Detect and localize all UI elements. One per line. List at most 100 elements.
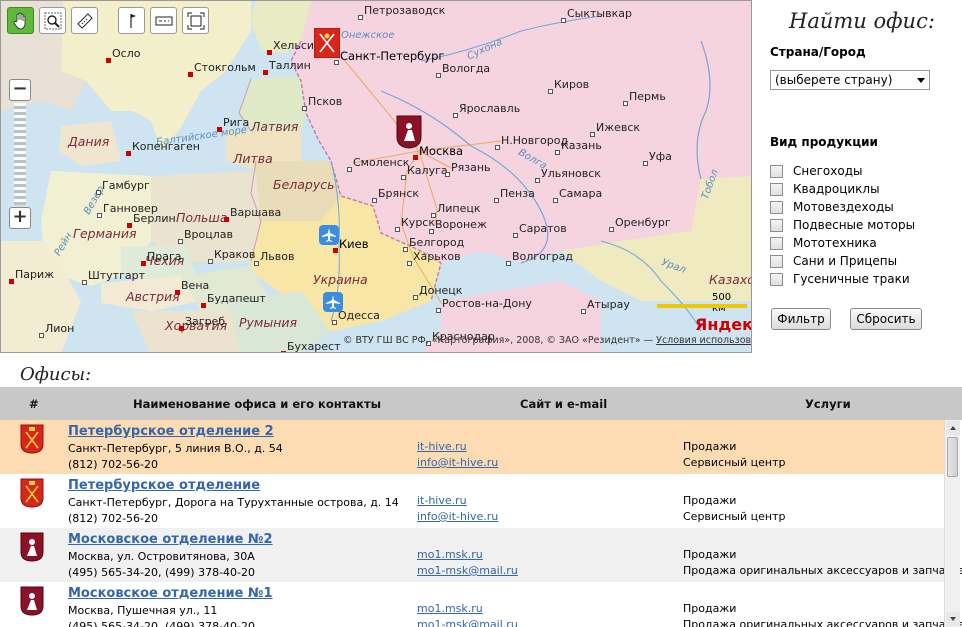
office-service: Продажа оригинальных аксессуаров и запча…	[683, 618, 962, 627]
office-name-link[interactable]: Московское отделение №1	[68, 586, 273, 601]
table-row[interactable]: Московское отделение №2 Москва, ул. Остро…	[0, 528, 962, 582]
scroll-up-button[interactable]	[946, 421, 960, 435]
checkbox[interactable]	[770, 272, 783, 286]
product-option[interactable]: Квадроциклы	[770, 180, 880, 198]
product-option[interactable]: Гусеничные траки	[770, 270, 910, 288]
city-dot	[39, 333, 44, 338]
product-label: Сани и Прицепы	[793, 254, 898, 268]
checkbox[interactable]	[770, 236, 783, 250]
office-site-link[interactable]: it-hive.ru	[417, 440, 467, 453]
find-office-title: Найти офис:	[789, 9, 935, 33]
water-label: Онежское	[341, 30, 395, 41]
airplane-icon	[323, 292, 343, 312]
product-label: Квадроциклы	[793, 182, 880, 196]
checkbox[interactable]	[770, 164, 783, 178]
country-select[interactable]: (выберете страну)	[770, 70, 930, 90]
table-scrollbar[interactable]	[944, 420, 960, 627]
checkbox[interactable]	[770, 254, 783, 268]
kyiv-airport-marker[interactable]	[319, 225, 339, 248]
offices-table-header: # Наименование офиса и его контакты Сайт…	[0, 387, 962, 420]
zoom-out-button[interactable]: −	[9, 79, 31, 101]
city-label-kirov: Киров	[554, 78, 590, 91]
product-option[interactable]: Сани и Прицепы	[770, 252, 897, 270]
spb-emblem-icon	[20, 424, 44, 457]
city-label-atyrau: Атырау	[587, 298, 630, 311]
checkbox[interactable]	[770, 200, 783, 214]
offices-table-body[interactable]: Петербурское отделение 2 Санкт-Петербург,…	[0, 420, 962, 627]
country-label: Румыния	[239, 315, 298, 330]
city-label-smolensk: Смоленск	[353, 156, 410, 169]
product-option[interactable]: Мототехника	[770, 234, 877, 252]
zoom-tool-button[interactable]	[39, 7, 66, 34]
spb-emblem-icon	[20, 478, 44, 511]
office-email-link[interactable]: info@it-hive.ru	[417, 456, 498, 469]
office-phone: (812) 702-56-20	[68, 458, 159, 471]
scroll-down-button[interactable]	[946, 612, 960, 626]
office-name-link[interactable]: Петербурское отделение	[68, 478, 260, 493]
terms-link[interactable]: Условия использования	[656, 335, 751, 346]
product-option[interactable]: Подвесные моторы	[770, 216, 915, 234]
office-email-link[interactable]: mo1-msk@mail.ru	[417, 618, 518, 627]
city-dot	[553, 198, 558, 203]
column-header-name: Наименование офиса и его контакты	[133, 397, 382, 411]
table-row[interactable]: Петербурское отделение 2 Санкт-Петербург,…	[0, 420, 944, 474]
office-site-link[interactable]: mo1.msk.ru	[417, 602, 483, 615]
office-email-link[interactable]: info@it-hive.ru	[417, 510, 498, 523]
product-option[interactable]: Мотовездеходы	[770, 198, 894, 216]
city-label-wroclaw: Вроцлав	[184, 228, 234, 241]
office-service: Продажи	[683, 548, 737, 561]
city-label-stockholm: Стокгольм	[194, 61, 256, 74]
reset-button[interactable]: Сбросить	[850, 308, 922, 330]
city-dot	[201, 303, 206, 308]
zoom-control[interactable]: − +	[9, 79, 31, 231]
city-label-izhevsk: Ижевск	[596, 121, 641, 134]
layers-tool-button[interactable]	[150, 7, 177, 34]
table-row[interactable]: Московское отделение №1 Москва, Пушечная …	[0, 582, 962, 627]
office-site-link[interactable]: mo1.msk.ru	[417, 548, 483, 561]
city-dot	[178, 239, 183, 244]
city-dot	[623, 101, 628, 106]
odessa-airport-marker[interactable]	[323, 292, 343, 315]
office-phone: (495) 565-34-20, (499) 378-40-20	[68, 620, 255, 627]
filter-button[interactable]: Фильтр	[771, 308, 831, 330]
office-service: Сервисный центр	[683, 456, 786, 469]
spb-office-marker[interactable]	[313, 27, 341, 61]
city-dot	[436, 73, 441, 78]
city-label-nnovgorod: Н.Новгород	[501, 134, 569, 147]
ruler-tool-button[interactable]	[71, 7, 98, 34]
hand-icon	[13, 12, 25, 29]
city-dot	[506, 261, 511, 266]
hand-tool-button[interactable]	[7, 7, 34, 34]
checkbox[interactable]	[770, 218, 783, 232]
city-dot	[9, 279, 14, 284]
city-dot	[643, 161, 648, 166]
office-email-link[interactable]: mo1-msk@mail.ru	[417, 564, 518, 577]
chevron-up-icon	[950, 426, 956, 430]
map[interactable]: Латвия Дания Литва Беларусь Польша Герма…	[0, 0, 752, 353]
product-label: Подвесные моторы	[793, 218, 916, 232]
zoom-slider[interactable]	[14, 103, 26, 205]
city-dot	[445, 172, 450, 177]
city-label-oslo: Осло	[112, 47, 141, 60]
product-option[interactable]: Снегоходы	[770, 162, 862, 180]
office-name-link[interactable]: Московское отделение №2	[68, 532, 273, 547]
checkbox[interactable]	[770, 182, 783, 196]
office-name-link[interactable]: Петербурское отделение 2	[68, 424, 274, 439]
city-label-tallinn: Таллин	[269, 59, 311, 72]
office-service: Продажи	[683, 440, 737, 453]
scrollbar-thumb[interactable]	[947, 437, 958, 477]
zoom-in-button[interactable]: +	[9, 207, 31, 229]
route-tool-button[interactable]	[118, 7, 145, 34]
fullscreen-icon	[187, 12, 204, 29]
city-dot	[281, 351, 286, 352]
country-label: Украина	[313, 272, 368, 287]
scale-label: 500 км	[712, 292, 732, 314]
table-row[interactable]: Петербурское отделение Санкт-Петербург, Д…	[0, 474, 944, 528]
city-dot	[82, 280, 87, 285]
city-dot	[332, 320, 337, 325]
moscow-office-marker[interactable]	[396, 115, 422, 152]
city-label-bryansk: Брянск	[378, 187, 420, 200]
office-site-link[interactable]: it-hive.ru	[417, 494, 467, 507]
fullscreen-tool-button[interactable]	[182, 7, 209, 34]
chevron-down-icon	[917, 78, 925, 83]
